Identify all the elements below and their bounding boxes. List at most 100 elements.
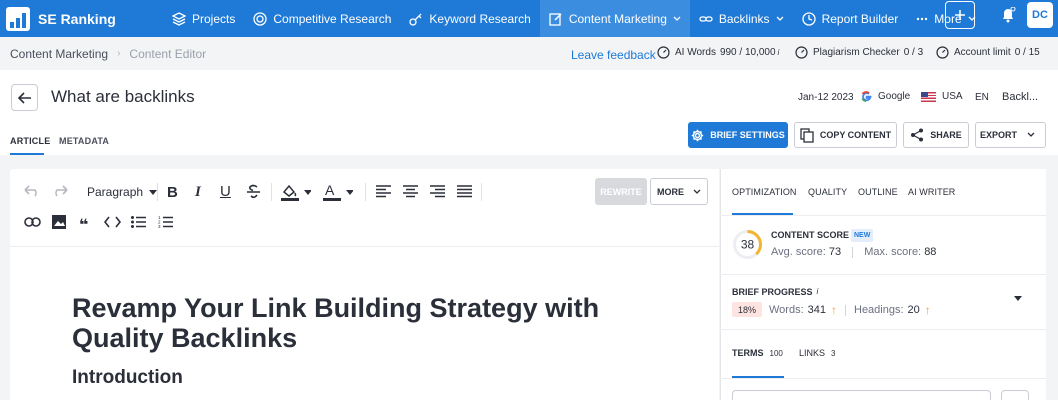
- search-engine-label: Google: [878, 91, 911, 102]
- align-center-button[interactable]: [403, 185, 418, 198]
- breadcrumb-content-marketing[interactable]: Content Marketing: [10, 47, 108, 61]
- copy-content-button[interactable]: COPY CONTENT: [794, 122, 897, 148]
- align-justify-button[interactable]: [457, 185, 472, 198]
- max-score-label: Max. score:: [864, 246, 922, 258]
- italic-icon: I: [195, 184, 201, 200]
- nav-content-marketing-label: Content Marketing: [568, 11, 667, 26]
- caret-down-icon[interactable]: [1014, 296, 1022, 301]
- nav-content-marketing[interactable]: Content Marketing: [539, 0, 690, 37]
- avg-score-value: 73: [828, 246, 842, 258]
- bell-icon: [1003, 6, 1016, 23]
- leave-feedback-link[interactable]: Leave feedback: [571, 48, 656, 62]
- quote-icon: ❝: [79, 217, 89, 234]
- insert-link-button[interactable]: [24, 216, 41, 228]
- paragraph-style-select[interactable]: Paragraph: [87, 185, 158, 199]
- brief-progress-label-text: BRIEF PROGRESS: [732, 287, 813, 297]
- align-right-button[interactable]: [430, 185, 445, 198]
- insert-image-button[interactable]: [52, 215, 66, 229]
- links-label: LINKS: [799, 348, 826, 358]
- words-value: 341: [807, 304, 826, 316]
- share-button[interactable]: SHARE: [903, 122, 969, 148]
- copy-icon: [800, 127, 814, 143]
- nav-keyword-research[interactable]: Keyword Research: [400, 0, 539, 37]
- underline-icon: U: [220, 183, 231, 200]
- toolbar-divider: [481, 183, 482, 201]
- chevron-down-icon: [776, 16, 784, 21]
- tab-article[interactable]: ARTICLE: [10, 136, 50, 146]
- link-icon: [699, 15, 713, 22]
- align-center-icon: [403, 185, 418, 198]
- article-heading-2[interactable]: Introduction: [72, 367, 183, 389]
- nav-projects[interactable]: Projects: [163, 0, 244, 37]
- user-avatar[interactable]: DC: [1027, 2, 1053, 28]
- nav-report-builder[interactable]: Report Builder: [793, 0, 908, 37]
- export-label: EXPORT: [979, 130, 1017, 140]
- blockquote-button[interactable]: ❝: [79, 215, 88, 235]
- layers-icon: [172, 11, 186, 26]
- redo-button[interactable]: [51, 185, 68, 197]
- nav-backlinks[interactable]: Backlinks: [690, 0, 793, 37]
- info-icon[interactable]: i: [778, 48, 780, 57]
- align-left-button[interactable]: [376, 185, 391, 198]
- brief-stats: Words: 341 ↑ Headings: 20 ↑: [769, 303, 931, 317]
- score-stats: Avg. score: 73 Max. score: 88: [771, 246, 936, 258]
- chevron-down-icon: [673, 16, 681, 21]
- arrow-up-icon: ↑: [924, 303, 931, 317]
- rewrite-button[interactable]: REWRITE: [595, 178, 647, 205]
- chevron-down-icon: [693, 189, 701, 194]
- text-color-button[interactable]: A: [323, 183, 353, 201]
- nav-competitive-research[interactable]: Competitive Research: [244, 0, 400, 37]
- terms-label: TERMS: [732, 348, 764, 358]
- code-button[interactable]: [104, 216, 121, 228]
- nav-backlinks-label: Backlinks: [718, 11, 770, 26]
- editor-more-label: MORE: [657, 186, 684, 197]
- undo-button[interactable]: [24, 185, 41, 197]
- bullet-list-button[interactable]: [131, 216, 146, 228]
- brief-settings-button[interactable]: BRIEF SETTINGS: [688, 122, 788, 148]
- notifications-button[interactable]: [1000, 6, 1016, 28]
- align-left-icon: [376, 185, 391, 198]
- brief-settings-label: BRIEF SETTINGS: [710, 130, 785, 140]
- panel-tab-ai-writer[interactable]: AI WRITER: [908, 187, 955, 197]
- highlight-color-button[interactable]: [281, 183, 311, 201]
- italic-button[interactable]: I: [195, 184, 201, 201]
- brand-logo[interactable]: SE Ranking: [6, 6, 156, 31]
- add-button[interactable]: [945, 1, 975, 29]
- words-label: Words:: [769, 304, 804, 316]
- underline-button[interactable]: U: [220, 183, 231, 200]
- content-score-ring: 38: [733, 230, 762, 259]
- panel-tab-outline[interactable]: OUTLINE: [858, 187, 898, 197]
- editor-more-button[interactable]: MORE: [650, 178, 708, 205]
- google-icon: [861, 91, 872, 102]
- image-icon: [52, 215, 66, 229]
- svg-text:3: 3: [158, 224, 161, 229]
- tab-links[interactable]: LINKS 3: [799, 348, 835, 358]
- country: USA: [921, 91, 963, 102]
- bullet-list-icon: [131, 216, 146, 228]
- us-flag-icon: [921, 91, 936, 102]
- tab-terms[interactable]: TERMS 100: [732, 348, 783, 358]
- toolbar-divider: [271, 183, 272, 201]
- panel-tab-optimization[interactable]: OPTIMIZATION: [732, 187, 797, 197]
- numbered-list-button[interactable]: 123: [158, 215, 173, 229]
- paragraph-style-label: Paragraph: [87, 185, 144, 199]
- info-icon[interactable]: i: [817, 287, 819, 296]
- article-heading-1[interactable]: Revamp Your Link Building Strategy with …: [72, 293, 632, 353]
- back-button[interactable]: [11, 84, 38, 111]
- copy-content-label: COPY CONTENT: [819, 130, 892, 140]
- tab-metadata[interactable]: METADATA: [59, 136, 109, 146]
- link-icon: [24, 217, 41, 227]
- panel-divider: [720, 274, 1046, 275]
- terms-search-input[interactable]: [732, 390, 991, 400]
- strikethrough-button[interactable]: [246, 184, 261, 199]
- target-icon: [253, 11, 268, 26]
- bold-button[interactable]: B: [167, 184, 178, 201]
- gauge-icon: [657, 46, 670, 59]
- strikethrough-icon: [247, 184, 260, 199]
- panel-scrollbar[interactable]: [1046, 169, 1058, 400]
- export-button[interactable]: EXPORT: [975, 122, 1046, 148]
- share-icon: [911, 128, 924, 142]
- logo-icon: [6, 6, 30, 31]
- panel-tab-quality[interactable]: QUALITY: [808, 187, 847, 197]
- terms-filter-button[interactable]: [1001, 390, 1029, 400]
